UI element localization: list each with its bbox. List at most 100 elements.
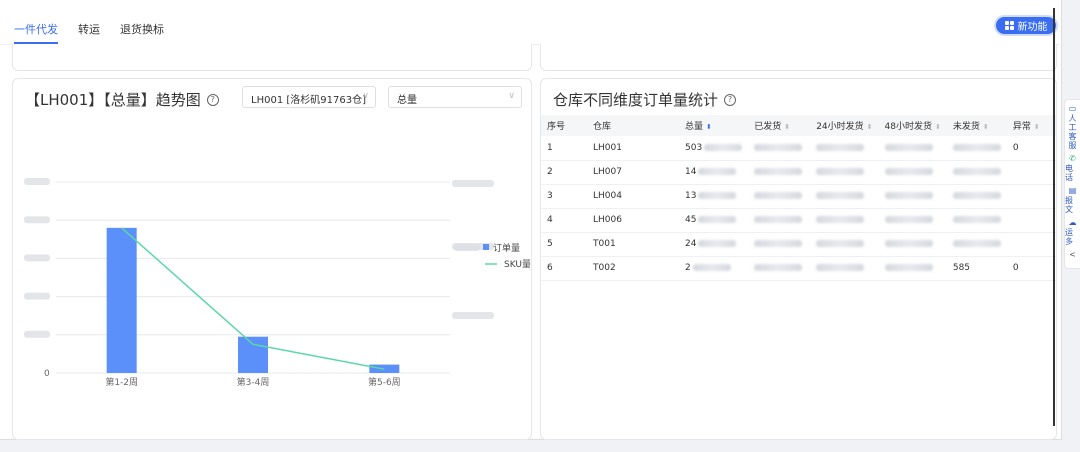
trend-chart: 0 第1-2周 第3-4周 第5-6周 订单量 SKU量 — [24, 178, 530, 388]
cell-shipped — [748, 232, 811, 257]
metric-select-value: 总量 — [397, 95, 417, 106]
cell-abnormal — [1006, 184, 1056, 209]
metric-select[interactable]: 总量 ∨ — [388, 86, 522, 108]
redacted-value — [816, 240, 865, 247]
col-total[interactable]: 总量 ⬍ — [679, 115, 749, 136]
redacted-value — [704, 143, 743, 151]
grid-icon — [1004, 21, 1014, 30]
cell-48h — [878, 256, 947, 281]
cell-unshipped — [946, 208, 1007, 233]
legend-label-orders: 订单量 — [493, 242, 520, 254]
chevron-down-icon: ∨ — [508, 91, 515, 101]
redacted-tick — [24, 178, 50, 185]
phone-icon: ✆ — [1069, 154, 1076, 163]
help-icon[interactable]: ? — [724, 93, 737, 106]
redacted-value — [754, 143, 803, 151]
col-unshipped[interactable]: 未发货 ⬍ — [946, 115, 1007, 136]
side-rail: ▭ 人工客服 ✆ 电话 ▤ 报文 ☁ 运多 < — [1064, 99, 1080, 269]
rail-collapse[interactable]: < — [1065, 250, 1080, 259]
new-feature-button[interactable]: 新功能 — [994, 15, 1058, 36]
cell-48h — [878, 160, 947, 185]
redacted-tick — [454, 244, 480, 251]
cloud-icon: ☁ — [1068, 218, 1077, 227]
redacted-value — [816, 192, 865, 199]
rail-message[interactable]: ▤ 报文 — [1065, 186, 1080, 214]
redacted-value — [952, 143, 1001, 151]
legend-swatch-bar — [483, 244, 489, 250]
redacted-tick — [24, 254, 50, 262]
scrollbar[interactable] — [1053, 8, 1055, 426]
cell-unshipped — [946, 184, 1007, 209]
col-abnormal[interactable]: 异常 ⬍ — [1006, 115, 1056, 136]
redacted-value — [754, 168, 803, 175]
cell-48h — [878, 232, 947, 257]
col-warehouse: 仓库 — [587, 115, 679, 136]
x-tick-label: 第5-6周 — [368, 376, 401, 388]
x-tick-label: 第3-4周 — [237, 376, 270, 388]
redacted-tick — [24, 330, 50, 338]
col-48h[interactable]: 48小时发货 ⬍ — [878, 115, 947, 136]
tab-transship[interactable]: 转运 — [78, 14, 100, 44]
document-icon: ▤ — [1068, 186, 1077, 195]
rail-customer-service[interactable]: ▭ 人工客服 — [1065, 104, 1080, 150]
cell-shipped — [748, 208, 811, 233]
bar — [238, 336, 268, 373]
redacted-value — [952, 216, 1001, 223]
chevron-down-icon: ∨ — [362, 91, 369, 101]
redacted-value — [816, 216, 865, 223]
redacted-value — [754, 240, 803, 247]
table-row: 5 T001 24 — [541, 232, 1056, 257]
stats-table-wrap: 序号 仓库 总量 ⬍ 已发货 ⬍ 24小时发货 ⬍ 48小时发货 ⬍ 未发货 ⬍ 异常 ⬍ … — [541, 115, 1056, 281]
rail-phone[interactable]: ✆ 电话 — [1065, 154, 1080, 182]
top-card-left — [12, 44, 532, 71]
redacted-tick — [24, 216, 50, 224]
help-icon[interactable]: ? — [206, 93, 219, 106]
x-tick-label: 第1-2周 — [105, 376, 138, 388]
warehouse-select-value: LH001 [洛杉矶91763仓] — [251, 95, 366, 106]
cell-unshipped — [946, 232, 1007, 257]
cell-unshipped — [946, 136, 1007, 161]
redacted-value — [816, 143, 865, 151]
tab-dropship[interactable]: 一件代发 — [14, 14, 58, 44]
cell-warehouse: LH004 — [587, 184, 679, 209]
redacted-value — [884, 240, 933, 247]
redacted-tick — [452, 312, 494, 319]
cell-abnormal — [1006, 208, 1056, 233]
cell-total: 45 — [679, 208, 749, 233]
redacted-value — [952, 240, 1001, 247]
sort-icon[interactable]: ⬍ — [867, 123, 873, 131]
cell-warehouse: T002 — [587, 256, 679, 281]
chat-icon: ▭ — [1068, 104, 1077, 113]
sort-icon[interactable]: ⬍ — [1034, 123, 1040, 131]
cell-24h — [810, 160, 879, 185]
col-24h[interactable]: 24小时发货 ⬍ — [810, 115, 879, 136]
sort-icon[interactable]: ⬍ — [935, 123, 941, 131]
sort-icon[interactable]: ⬍ — [983, 123, 989, 131]
cell-24h — [810, 184, 879, 209]
redacted-value — [698, 192, 737, 199]
redacted-value — [754, 192, 803, 199]
redacted-value — [816, 264, 865, 271]
cell-no: 3 — [541, 184, 587, 209]
cell-total: 503 — [679, 136, 749, 161]
cell-shipped — [748, 184, 811, 209]
redacted-value — [884, 143, 933, 151]
sort-icon[interactable]: ⬍ — [706, 123, 712, 131]
cell-warehouse: LH007 — [587, 160, 679, 185]
cell-no: 6 — [541, 256, 587, 281]
legend-label-sku: SKU量 — [504, 259, 530, 270]
tab-return-relabel[interactable]: 退货换标 — [120, 14, 164, 44]
sort-icon[interactable]: ⬍ — [784, 123, 790, 131]
cell-unshipped: 585 — [946, 256, 1007, 281]
redacted-value — [692, 264, 731, 271]
table-row: 2 LH007 14 — [541, 160, 1056, 185]
col-shipped[interactable]: 已发货 ⬍ — [748, 115, 811, 136]
cell-abnormal — [1006, 232, 1056, 257]
redacted-value — [952, 192, 1001, 199]
warehouse-select[interactable]: LH001 [洛杉矶91763仓] ∨ — [242, 86, 376, 108]
redacted-value — [754, 264, 803, 271]
rail-yunduo[interactable]: ☁ 运多 — [1065, 218, 1080, 246]
cell-abnormal: 0 — [1006, 136, 1056, 161]
redacted-value — [754, 216, 803, 223]
trend-title-text: 【LH001】【总量】趋势图 — [25, 91, 201, 109]
